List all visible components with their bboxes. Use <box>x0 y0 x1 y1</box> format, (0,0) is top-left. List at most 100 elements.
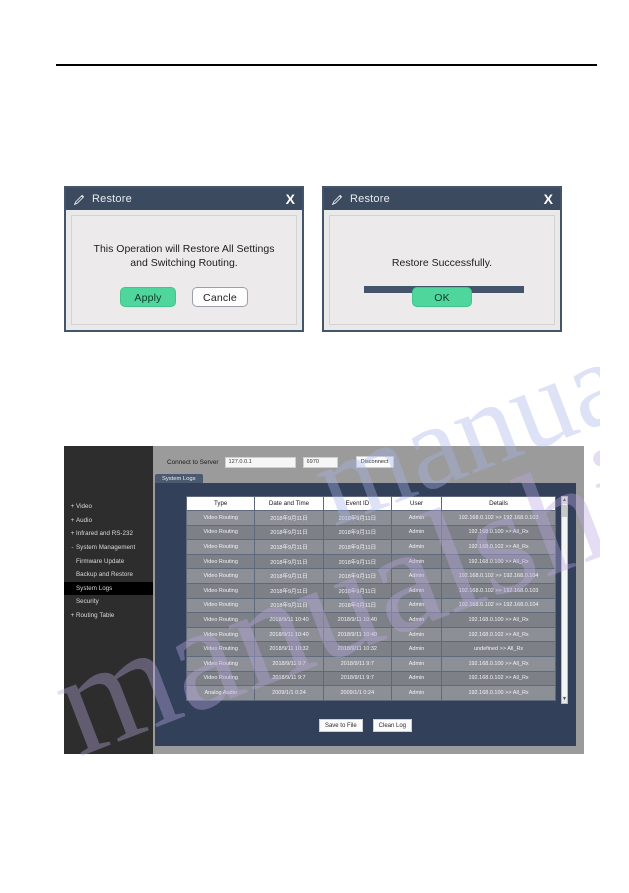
dialog-button-row: Apply Cancle <box>72 287 296 307</box>
log-table: Type Date and Time Event ID User Details… <box>185 496 556 701</box>
cell-user: Admin <box>390 510 443 526</box>
column-header-type[interactable]: Type <box>185 496 256 511</box>
table-row[interactable]: Video Routing 2018年9月11日 2018年9月11日 Admi… <box>185 553 556 570</box>
application-window: + Video + Audio + Infrared and RS-232 - … <box>64 446 584 754</box>
sidebar-item-infrared-rs232[interactable]: + Infrared and RS-232 <box>64 527 153 541</box>
sidebar-item-label: Firmware Update <box>76 557 125 565</box>
cell-event-id: 2018/9/11 10:40 <box>322 612 392 628</box>
table-row[interactable]: Video Routing 2018/9/11 10:40 2018/9/11 … <box>185 612 556 628</box>
cell-date: 2018/9/11 10:40 <box>254 612 324 628</box>
system-logs-panel: Type Date and Time Event ID User Details… <box>155 483 576 746</box>
clean-log-button[interactable]: Clean Log <box>372 719 413 732</box>
close-icon[interactable]: X <box>286 190 295 208</box>
cell-details: 192.168.0.102 >> All_Rx <box>441 670 556 687</box>
table-row[interactable]: Video Routing 2018年9月11日 2018年9月11日 Admi… <box>185 568 556 584</box>
sidebar-item-routing-table[interactable]: + Routing Table <box>64 609 153 623</box>
cell-date: 2009/1/1 0:24 <box>254 685 324 701</box>
server-ip-input[interactable] <box>224 456 296 468</box>
cell-user: Admin <box>390 641 443 657</box>
sidebar-item-label: Routing Table <box>76 612 115 620</box>
sidebar-item-video[interactable]: + Video <box>64 500 153 514</box>
server-port-input[interactable] <box>302 456 338 468</box>
cell-date: 2018/9/11 9:7 <box>254 655 324 672</box>
sidebar-list: + Video + Audio + Infrared and RS-232 - … <box>64 500 153 622</box>
log-table-container: Type Date and Time Event ID User Details… <box>185 496 556 704</box>
cell-user: Admin <box>390 626 443 643</box>
disconnect-button[interactable]: Disconnect <box>355 456 394 468</box>
connect-to-server-label: Connect to Server <box>167 458 219 466</box>
expand-icon: + <box>70 612 75 620</box>
table-row[interactable]: Video Routing 2018/9/11 9:7 2018/9/11 9:… <box>185 655 556 672</box>
cell-event-id: 2018年9月11日 <box>322 524 392 541</box>
table-row[interactable]: Video Routing 2018年9月11日 2018年9月11日 Admi… <box>185 539 556 555</box>
cell-event-id: 2018/9/11 9:7 <box>322 655 392 672</box>
table-row[interactable]: Video Routing 2018年9月11日 2018年9月11日 Admi… <box>185 597 556 614</box>
scroll-up-icon[interactable]: ▲ <box>562 497 567 504</box>
table-row[interactable]: Video Routing 2018/9/11 9:7 2018/9/11 9:… <box>185 670 556 687</box>
scroll-down-icon[interactable]: ▼ <box>562 696 567 703</box>
table-row[interactable]: Analog Audio 2009/1/1 0:24 2009/1/1 0:24… <box>185 685 556 701</box>
table-row[interactable]: Video Routing 2018年9月11日 2018年9月11日 Admi… <box>185 524 556 541</box>
sidebar-item-system-logs[interactable]: System Logs <box>64 581 153 596</box>
cell-type: Video Routing <box>185 539 256 555</box>
expand-icon: + <box>70 503 75 511</box>
cell-type: Video Routing <box>185 626 256 643</box>
main-content: Connect to Server Disconnect System Logs… <box>153 446 584 754</box>
ok-button[interactable]: OK <box>412 287 472 307</box>
table-vertical-scrollbar[interactable]: ▲ ▼ <box>561 496 568 704</box>
cell-details: 192.168.0.102 >> 192.168.0.104 <box>441 568 556 584</box>
cell-event-id: 2018/9/11 10:32 <box>322 641 392 657</box>
cell-details: 192.168.0.100 >> All_Rx <box>441 655 556 672</box>
cell-type: Video Routing <box>185 582 256 599</box>
cell-event-id: 2018年9月11日 <box>322 553 392 570</box>
apply-button[interactable]: Apply <box>120 287 176 307</box>
dialog-title: Restore <box>350 193 390 205</box>
cell-details: 192.168.0.100 >> All_Rx <box>441 685 556 701</box>
sidebar-item-system-management[interactable]: - System Management <box>64 541 153 555</box>
cell-details: 192.168.0.100 >> All_Rx <box>441 553 556 570</box>
table-row[interactable]: Video Routing 2018/9/11 10:32 2018/9/11 … <box>185 641 556 657</box>
sidebar-item-audio[interactable]: + Audio <box>64 514 153 528</box>
cell-type: Video Routing <box>185 510 256 526</box>
cell-user: Admin <box>390 568 443 584</box>
cell-user: Admin <box>390 685 443 701</box>
sidebar: + Video + Audio + Infrared and RS-232 - … <box>64 446 153 754</box>
cell-type: Video Routing <box>185 655 256 672</box>
cell-details: 192.168.0.100 >> All_Rx <box>441 612 556 628</box>
cancel-button[interactable]: Cancle <box>192 287 248 307</box>
cell-type: Video Routing <box>185 553 256 570</box>
cell-details: undefined >> All_Rx <box>441 641 556 657</box>
table-row[interactable]: Video Routing 2018年9月11日 2018年9月11日 Admi… <box>185 582 556 599</box>
dialog-body: This Operation will Restore All Settings… <box>71 215 297 325</box>
scrollbar-thumb[interactable] <box>562 505 567 517</box>
cell-type: Video Routing <box>185 524 256 541</box>
dialog-message: This Operation will Restore All Settings… <box>72 242 296 270</box>
cell-user: Admin <box>390 612 443 628</box>
cell-date: 2018年9月11日 <box>254 553 324 570</box>
cell-details: 192.168.0.102 >> 192.168.0.103 <box>441 582 556 599</box>
cell-type: Analog Audio <box>185 685 256 701</box>
cell-date: 2018年9月11日 <box>254 582 324 599</box>
close-icon[interactable]: X <box>544 190 553 208</box>
save-to-file-button[interactable]: Save to File <box>318 719 363 732</box>
column-header-details[interactable]: Details <box>441 496 556 511</box>
cell-date: 2018年9月11日 <box>254 524 324 541</box>
column-header-user[interactable]: User <box>390 496 443 511</box>
column-header-date[interactable]: Date and Time <box>254 496 324 511</box>
cell-event-id: 2009/1/1 0:24 <box>322 685 392 701</box>
table-row[interactable]: Video Routing 2018/9/11 10:40 2018/9/11 … <box>185 626 556 643</box>
sidebar-item-label: Infrared and RS-232 <box>76 530 134 538</box>
sidebar-item-security[interactable]: Security <box>64 595 153 609</box>
table-row[interactable]: Video Routing 2018年9月11日 2018年9月11日 Admi… <box>185 510 556 526</box>
cell-event-id: 2018/9/11 10:40 <box>322 626 392 643</box>
cell-date: 2018年9月11日 <box>254 510 324 526</box>
sidebar-item-backup-and-restore[interactable]: Backup and Restore <box>64 568 153 582</box>
table-header-row: Type Date and Time Event ID User Details <box>185 496 556 511</box>
expand-icon: + <box>70 530 75 538</box>
sidebar-item-firmware-update[interactable]: Firmware Update <box>64 554 153 568</box>
cell-event-id: 2018年9月11日 <box>322 510 392 526</box>
sidebar-item-label: Security <box>76 598 99 606</box>
column-header-event-id[interactable]: Event ID <box>322 496 392 511</box>
connection-bar: Connect to Server Disconnect <box>155 450 576 474</box>
log-table-body: Video Routing 2018年9月11日 2018年9月11日 Admi… <box>185 510 556 701</box>
